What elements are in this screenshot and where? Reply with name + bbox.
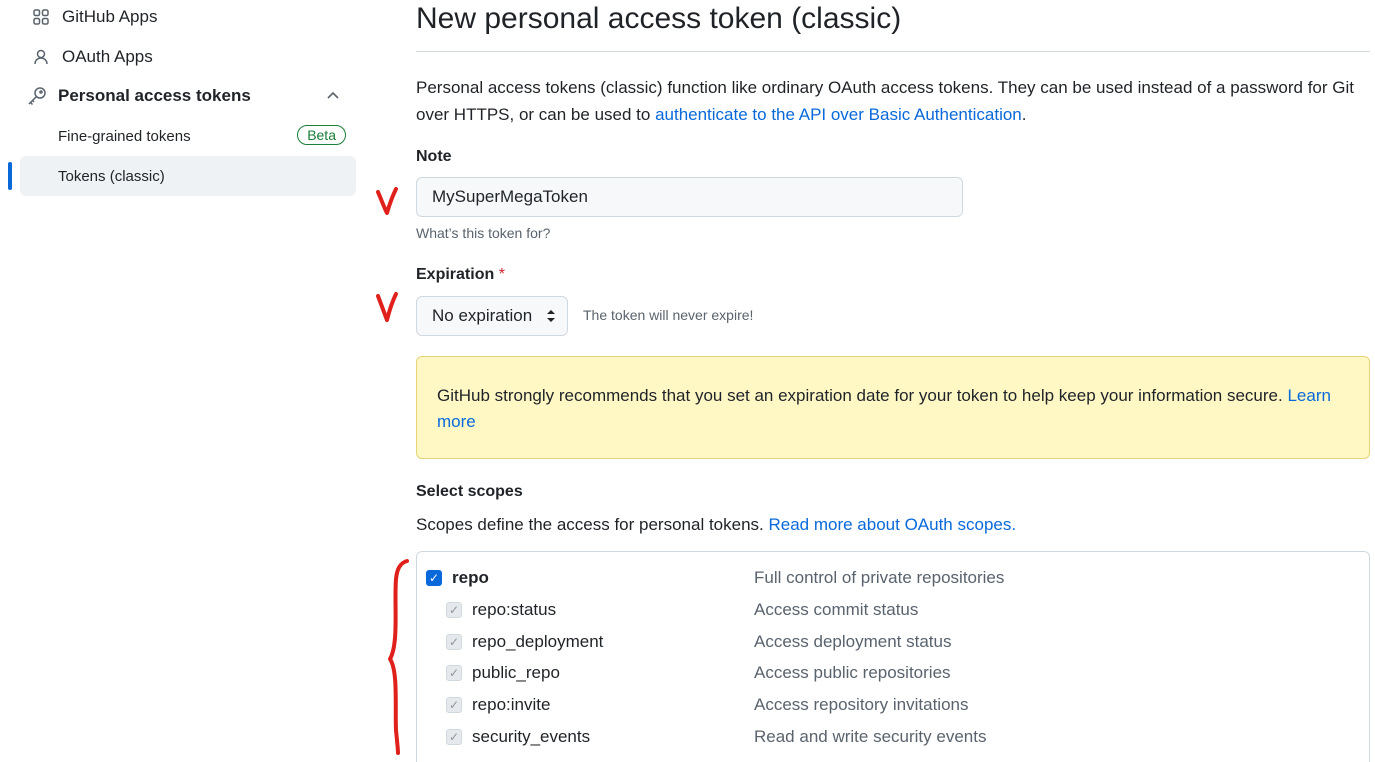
brace-annotation-scopes <box>388 559 409 755</box>
beta-badge: Beta <box>297 125 346 145</box>
checkbox-disabled-icon[interactable]: ✓ <box>446 729 462 745</box>
oauth-scopes-link[interactable]: Read more about OAuth scopes. <box>768 515 1016 534</box>
sidebar-item-fine-grained-tokens[interactable]: Fine-grained tokens Beta <box>20 116 356 156</box>
scope-name: security_events <box>472 727 591 746</box>
scope-row-security-events[interactable]: ✓ security_events Read and write securit… <box>446 723 1375 751</box>
expiration-note: The token will never expire! <box>583 307 754 323</box>
scope-description: Access repository invitations <box>754 695 969 714</box>
sidebar-item-label: GitHub Apps <box>62 7 158 26</box>
page-title: New personal access token (classic) <box>416 2 902 35</box>
sidebar-item-oauth-apps[interactable]: OAuth Apps <box>30 46 153 68</box>
scope-name: repo:status <box>472 600 557 619</box>
scope-row-repo-status[interactable]: ✓ repo:status Access commit status <box>446 596 1375 624</box>
sidebar-item-personal-access-tokens[interactable]: Personal access tokens <box>26 85 339 107</box>
scope-description: Access public repositories <box>754 663 951 682</box>
scope-name: repo:invite <box>472 695 551 714</box>
sidebar-item-label: Fine-grained tokens <box>58 127 191 145</box>
checkmark-annotation-note <box>376 187 398 215</box>
sidebar-item-tokens-classic[interactable]: Tokens (classic) <box>20 156 356 196</box>
checkbox-disabled-icon[interactable]: ✓ <box>446 697 462 713</box>
scope-name: public_repo <box>472 663 560 682</box>
expiration-selected-value: No expiration <box>432 306 533 325</box>
intro-text: Personal access tokens (classic) functio… <box>416 74 1366 128</box>
intro-text-end: . <box>1021 105 1027 124</box>
note-input[interactable] <box>416 177 963 217</box>
scope-description: Read and write security events <box>754 727 987 746</box>
scopes-list: ✓ repo Full control of private repositor… <box>416 551 1370 762</box>
scopes-title: Select scopes <box>416 483 523 500</box>
sidebar-item-label: Tokens (classic) <box>58 167 165 185</box>
scopes-description: Scopes define the access for personal to… <box>416 515 1016 535</box>
expiration-select[interactable]: No expiration <box>416 296 568 336</box>
checkbox-disabled-icon[interactable]: ✓ <box>446 634 462 650</box>
chevron-up-icon[interactable] <box>326 87 340 103</box>
select-arrows-icon <box>546 308 556 325</box>
warning-text: GitHub strongly recommends that you set … <box>437 386 1288 405</box>
checkmark-annotation-expiration <box>376 292 398 322</box>
key-icon <box>26 85 48 107</box>
expiration-label-text: Expiration <box>416 266 495 283</box>
sidebar-item-label: OAuth Apps <box>62 47 153 66</box>
scopes-desc-text: Scopes define the access for personal to… <box>416 515 769 534</box>
scope-row-public-repo[interactable]: ✓ public_repo Access public repositories <box>446 659 1375 687</box>
sidebar-item-label: Personal access tokens <box>58 86 251 105</box>
apps-icon <box>30 6 52 28</box>
scope-description: Access commit status <box>754 600 919 619</box>
note-label: Note <box>416 148 452 165</box>
expiration-warning: GitHub strongly recommends that you set … <box>416 356 1370 459</box>
active-indicator <box>8 162 12 190</box>
checkbox-checked-icon[interactable]: ✓ <box>426 570 442 586</box>
scope-description: Access deployment status <box>754 632 952 651</box>
scope-description: Full control of private repositories <box>754 568 1005 587</box>
required-mark: * <box>498 266 505 283</box>
checkbox-disabled-icon[interactable]: ✓ <box>446 665 462 681</box>
sidebar-item-github-apps[interactable]: GitHub Apps <box>30 6 157 28</box>
basic-auth-link[interactable]: authenticate to the API over Basic Authe… <box>655 105 1022 124</box>
title-divider <box>416 51 1370 52</box>
scope-row-repo[interactable]: ✓ repo Full control of private repositor… <box>426 564 1375 592</box>
scope-name: repo_deployment <box>472 632 604 651</box>
expiration-label: Expiration * <box>416 266 505 284</box>
scope-row-repo-invite[interactable]: ✓ repo:invite Access repository invitati… <box>446 691 1375 719</box>
person-icon <box>30 46 52 68</box>
scope-row-repo-deployment[interactable]: ✓ repo_deployment Access deployment stat… <box>446 628 1375 656</box>
scope-name: repo <box>452 568 489 587</box>
note-help-text: What’s this token for? <box>416 225 551 241</box>
checkbox-disabled-icon[interactable]: ✓ <box>446 602 462 618</box>
settings-sidebar: GitHub Apps OAuth Apps Personal access t… <box>0 0 360 762</box>
